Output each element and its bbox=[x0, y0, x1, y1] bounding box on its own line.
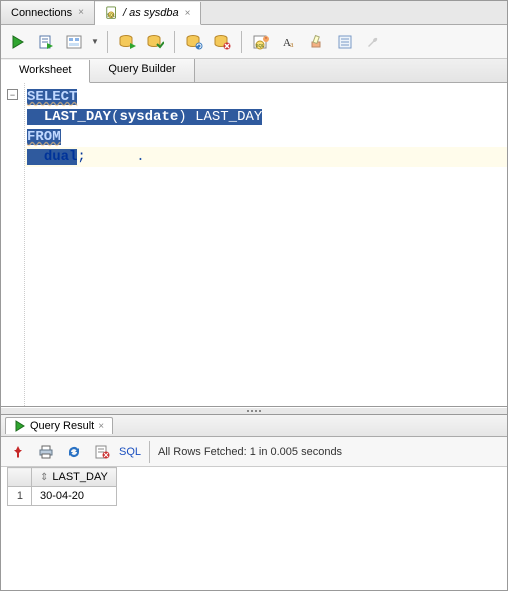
svg-text:*: * bbox=[265, 37, 267, 43]
autotrace-button[interactable] bbox=[116, 31, 138, 53]
pin-button[interactable] bbox=[7, 441, 29, 463]
sql-link[interactable]: SQL bbox=[119, 446, 141, 458]
tab-query-result-label: Query Result bbox=[30, 420, 94, 432]
editor-gutter: − bbox=[1, 83, 25, 406]
clear-button[interactable] bbox=[306, 31, 328, 53]
run-script-button[interactable] bbox=[35, 31, 57, 53]
to-uppercase-button[interactable]: Aa bbox=[278, 31, 300, 53]
svg-text:SQL: SQL bbox=[255, 43, 265, 48]
keyword-from: FROM bbox=[27, 129, 61, 145]
column-header-last-day[interactable]: ⇕ LAST_DAY bbox=[32, 468, 117, 487]
dropdown-icon[interactable]: ▼ bbox=[91, 37, 99, 46]
tab-worksheet-session[interactable]: SQL / as sysdba × bbox=[95, 2, 201, 25]
editor-area: − SELECT LAST_DAY(sysdate) LAST_DAY FROM… bbox=[1, 83, 507, 407]
result-tab-bar: Query Result × bbox=[1, 415, 507, 437]
print-button[interactable] bbox=[35, 441, 57, 463]
keyword-select: SELECT bbox=[27, 89, 77, 105]
table-row[interactable]: 1 30-04-20 bbox=[8, 487, 117, 506]
code-text bbox=[27, 109, 44, 125]
run-icon bbox=[14, 420, 26, 432]
tab-session-label: / as sysdba bbox=[123, 7, 179, 19]
sql-history-button[interactable]: SQL* bbox=[250, 31, 272, 53]
separator bbox=[174, 31, 175, 53]
arg-sysdate: sysdate bbox=[119, 109, 178, 125]
result-grid: ⇕ LAST_DAY 1 30-04-20 bbox=[1, 467, 507, 512]
row-number-header[interactable] bbox=[8, 468, 32, 487]
svg-text:a: a bbox=[290, 40, 294, 49]
semicolon: ; bbox=[77, 149, 85, 165]
row-number-cell: 1 bbox=[8, 487, 32, 506]
close-icon[interactable]: × bbox=[98, 421, 104, 432]
tab-query-builder[interactable]: Query Builder bbox=[90, 59, 194, 82]
rollback-button[interactable] bbox=[183, 31, 205, 53]
sql-editor[interactable]: SELECT LAST_DAY(sysdate) LAST_DAY FROM d… bbox=[25, 83, 507, 406]
main-toolbar: ▼ SQL* Aa bbox=[1, 25, 507, 59]
sort-icon: ⇕ bbox=[40, 472, 48, 483]
cell-last-day: 30-04-20 bbox=[32, 487, 117, 506]
unshared-worksheet-button[interactable] bbox=[211, 31, 233, 53]
tab-query-result[interactable]: Query Result × bbox=[5, 417, 113, 434]
close-icon[interactable]: × bbox=[185, 8, 191, 19]
tab-connections-label: Connections bbox=[11, 7, 72, 19]
fold-toggle-icon[interactable]: − bbox=[7, 89, 18, 100]
commit-button[interactable] bbox=[144, 31, 166, 53]
tab-worksheet-label: Worksheet bbox=[19, 64, 71, 76]
tab-worksheet[interactable]: Worksheet bbox=[1, 60, 90, 83]
splitter-handle[interactable] bbox=[1, 407, 507, 415]
tab-connections[interactable]: Connections × bbox=[1, 1, 95, 24]
code-text bbox=[187, 109, 195, 125]
settings-button[interactable] bbox=[334, 31, 356, 53]
refresh-button[interactable] bbox=[63, 441, 85, 463]
wrench-button[interactable] bbox=[362, 31, 384, 53]
explain-plan-button[interactable] bbox=[63, 31, 85, 53]
svg-text:SQL: SQL bbox=[107, 13, 116, 18]
alias-last-day: LAST_DAY bbox=[195, 109, 262, 125]
run-statement-button[interactable] bbox=[7, 31, 29, 53]
top-tab-bar: Connections × SQL / as sysdba × bbox=[1, 1, 507, 25]
result-toolbar: SQL All Rows Fetched: 1 in 0.005 seconds bbox=[1, 437, 507, 467]
cursor-icon: . bbox=[86, 149, 145, 165]
separator bbox=[241, 31, 242, 53]
delete-result-button[interactable] bbox=[91, 441, 113, 463]
close-icon[interactable]: × bbox=[78, 7, 84, 18]
worksheet-tab-bar: Worksheet Query Builder bbox=[1, 59, 507, 83]
tab-query-builder-label: Query Builder bbox=[108, 63, 175, 75]
table-dual: dual bbox=[44, 149, 78, 165]
status-text: All Rows Fetched: 1 in 0.005 seconds bbox=[158, 446, 342, 458]
sql-file-icon: SQL bbox=[105, 6, 119, 20]
code-text bbox=[27, 149, 44, 165]
separator bbox=[107, 31, 108, 53]
function-last-day: LAST_DAY bbox=[44, 109, 111, 125]
separator bbox=[149, 441, 150, 463]
code-text: ) bbox=[178, 109, 186, 125]
column-header-label: LAST_DAY bbox=[52, 471, 107, 483]
